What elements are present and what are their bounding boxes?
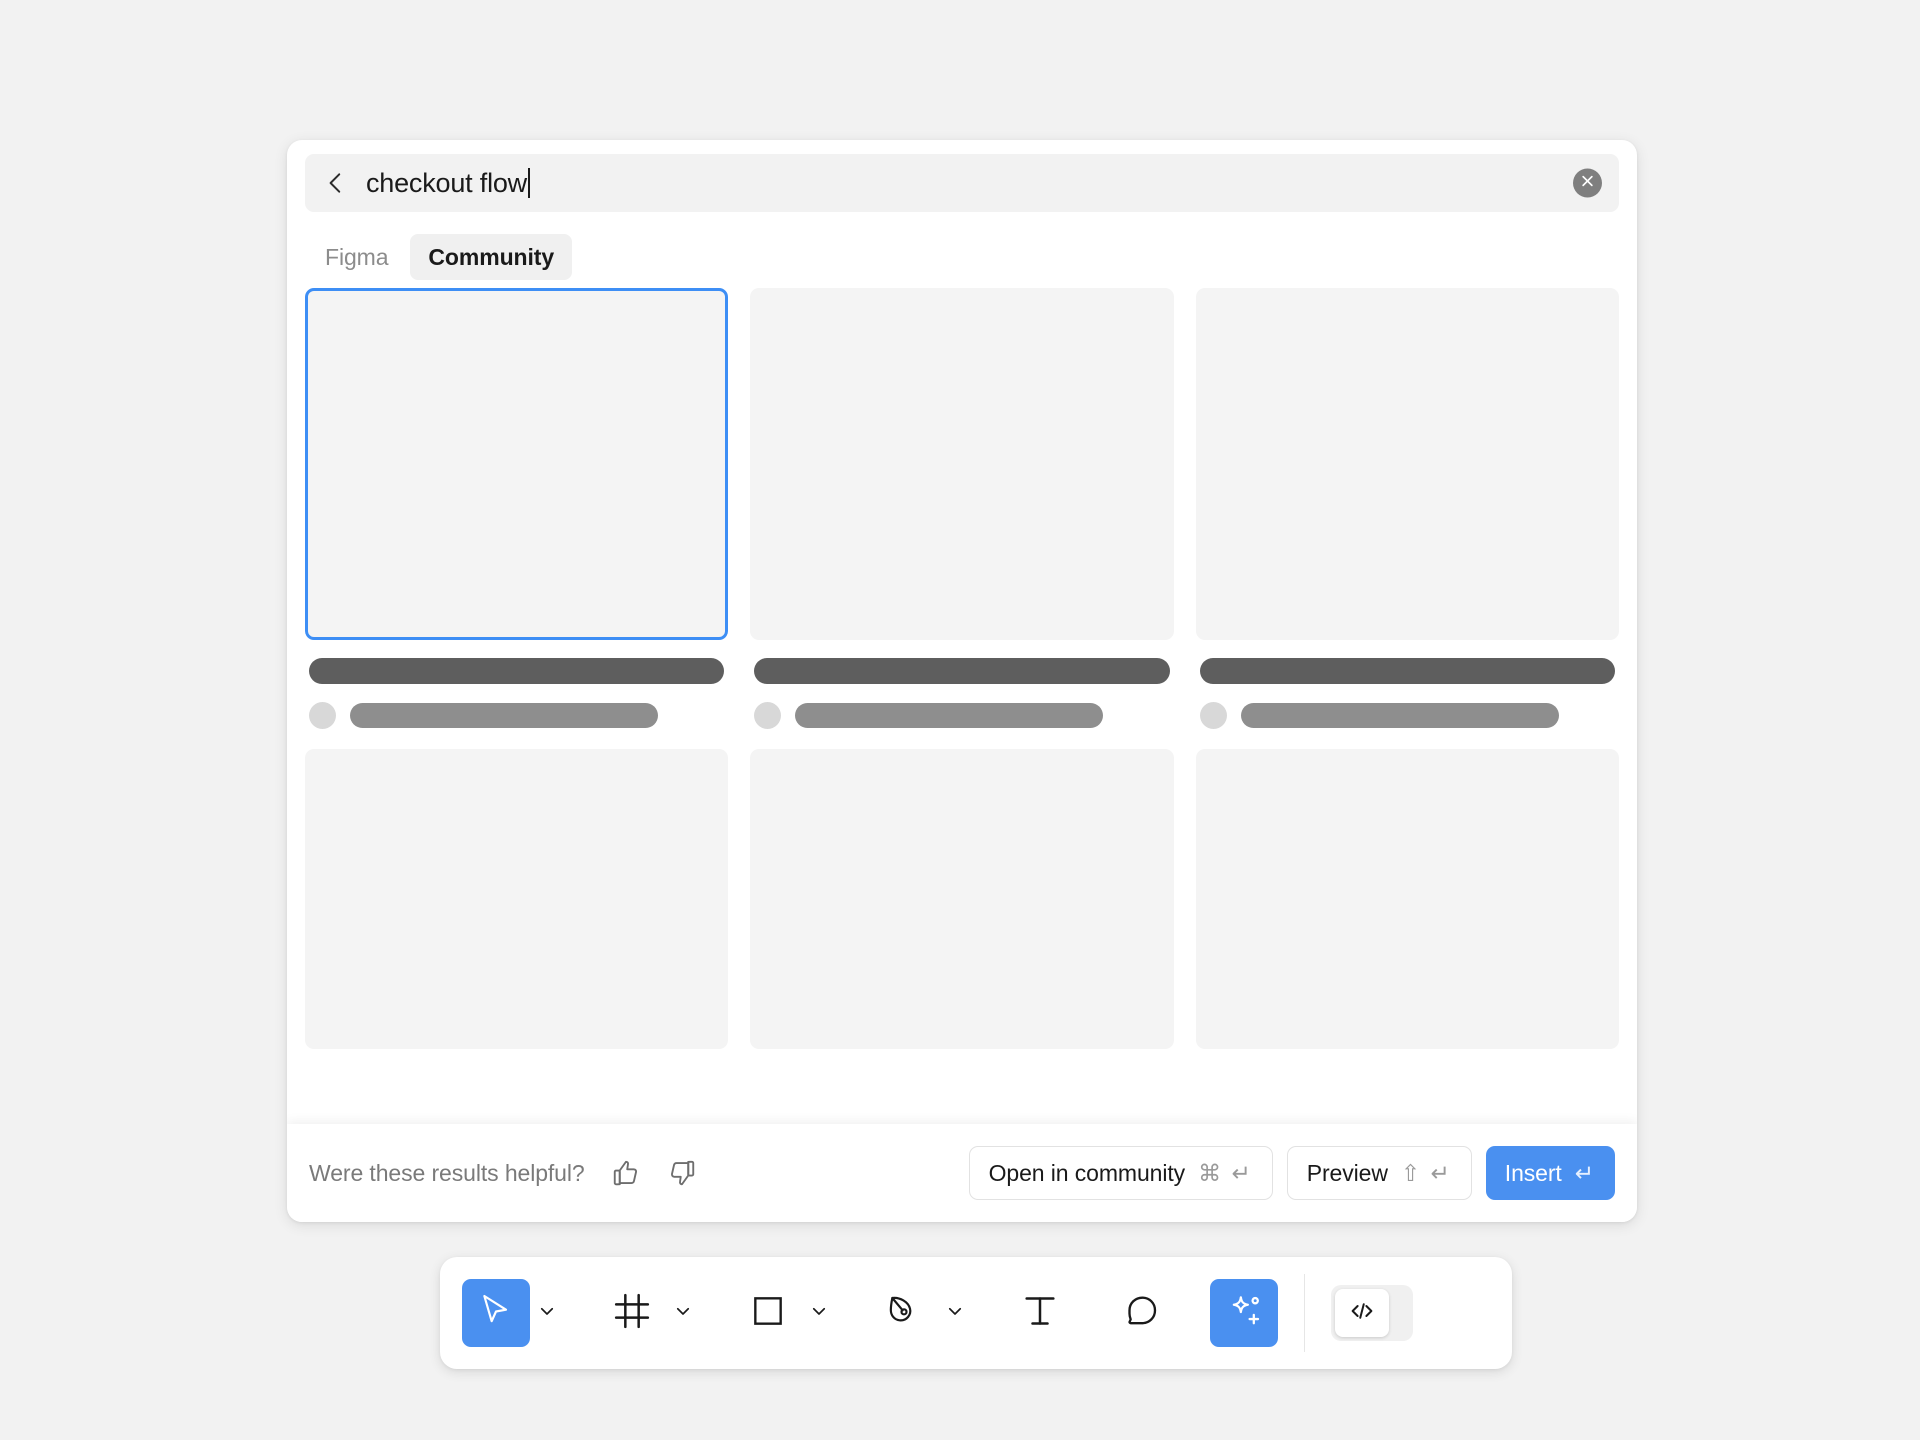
- results-scroll-area[interactable]: [287, 288, 1637, 1222]
- open-in-community-button[interactable]: Open in community ⌘ ↵: [968, 1146, 1273, 1200]
- results-grid-row-2: [305, 749, 1619, 1049]
- result-thumbnail[interactable]: [750, 288, 1174, 640]
- insert-label: Insert: [1504, 1159, 1562, 1186]
- feedback-label: Were these results helpful?: [309, 1159, 585, 1186]
- skeleton-author-row: [754, 702, 1169, 729]
- frame-tool-button[interactable]: [598, 1279, 666, 1347]
- comment-icon: [1122, 1291, 1162, 1336]
- insert-button[interactable]: Insert ↵: [1485, 1146, 1615, 1200]
- chevron-down-icon: [538, 1302, 556, 1325]
- preview-shortcut: ⇧ ↵: [1400, 1159, 1452, 1186]
- editor-toolbar: [440, 1257, 1512, 1369]
- open-in-community-shortcut: ⌘ ↵: [1198, 1159, 1253, 1186]
- preview-label: Preview: [1306, 1159, 1388, 1186]
- community-search-panel: checkout flow Figma Community Were these…: [287, 140, 1637, 1222]
- move-tool-button[interactable]: [462, 1279, 530, 1347]
- result-card[interactable]: [305, 749, 729, 1049]
- skeleton-title-bar: [309, 658, 725, 684]
- results-grid-row-1: [305, 288, 1619, 749]
- result-thumbnail[interactable]: [750, 749, 1174, 1049]
- open-in-community-label: Open in community: [988, 1159, 1186, 1186]
- pen-tool-dropdown[interactable]: [938, 1289, 972, 1337]
- thumbs-down-icon[interactable]: [641, 1158, 697, 1188]
- dev-mode-toggle-knob[interactable]: [1335, 1289, 1389, 1337]
- actions-tool-button[interactable]: [1210, 1279, 1278, 1347]
- skeleton-avatar: [309, 702, 336, 729]
- result-card[interactable]: [305, 288, 729, 749]
- frame-icon: [612, 1291, 652, 1336]
- chevron-down-icon: [946, 1302, 964, 1325]
- skeleton-author-row: [309, 702, 724, 729]
- move-tool-dropdown[interactable]: [530, 1289, 564, 1337]
- thumbs-up-icon[interactable]: [585, 1158, 641, 1188]
- result-card[interactable]: [750, 749, 1174, 1049]
- result-thumbnail[interactable]: [305, 288, 729, 640]
- chevron-down-icon: [810, 1302, 828, 1325]
- code-icon: [1347, 1296, 1377, 1331]
- cursor-icon: [476, 1291, 516, 1336]
- search-input[interactable]: checkout flow: [366, 168, 527, 199]
- toolbar-divider: [1304, 1274, 1305, 1352]
- insert-shortcut: ↵: [1574, 1159, 1596, 1186]
- preview-button[interactable]: Preview ⇧ ↵: [1286, 1146, 1472, 1200]
- skeleton-title-bar: [1199, 658, 1615, 684]
- shape-tool-button[interactable]: [734, 1279, 802, 1347]
- result-thumbnail[interactable]: [1195, 288, 1619, 640]
- search-input-value-wrap[interactable]: checkout flow: [366, 168, 530, 199]
- clear-search-button[interactable]: [1573, 168, 1602, 198]
- result-card[interactable]: [750, 288, 1174, 749]
- result-card[interactable]: [1195, 749, 1619, 1049]
- close-icon: [1580, 173, 1595, 193]
- shape-tool-dropdown[interactable]: [802, 1289, 836, 1337]
- result-meta: [750, 640, 1173, 749]
- tab-figma[interactable]: Figma: [307, 234, 406, 280]
- panel-footer: Were these results helpful? Open in comm…: [287, 1124, 1637, 1222]
- skeleton-avatar: [754, 702, 782, 729]
- rectangle-icon: [749, 1292, 787, 1335]
- pen-tool-button[interactable]: [870, 1279, 938, 1347]
- search-row: checkout flow: [287, 140, 1637, 226]
- skeleton-avatar: [1199, 702, 1227, 729]
- result-thumbnail[interactable]: [305, 749, 729, 1049]
- text-caret: [527, 168, 530, 198]
- skeleton-title-bar: [754, 658, 1170, 684]
- text-icon: [1020, 1291, 1060, 1336]
- chevron-left-icon[interactable]: [323, 170, 349, 196]
- source-tabs: Figma Community: [287, 226, 1637, 288]
- tab-community[interactable]: Community: [410, 234, 573, 280]
- skeleton-author-bar: [795, 703, 1104, 728]
- result-thumbnail[interactable]: [1195, 749, 1619, 1049]
- skeleton-author-bar: [1240, 703, 1559, 728]
- chevron-down-icon: [674, 1302, 692, 1325]
- skeleton-author-bar: [350, 703, 658, 728]
- result-meta: [1196, 640, 1619, 749]
- pen-icon: [884, 1291, 924, 1336]
- dev-mode-toggle[interactable]: [1331, 1285, 1413, 1341]
- frame-tool-dropdown[interactable]: [666, 1289, 700, 1337]
- text-tool-button[interactable]: [1006, 1279, 1074, 1347]
- result-meta: [305, 640, 728, 749]
- result-card[interactable]: [1195, 288, 1619, 749]
- search-field[interactable]: checkout flow: [305, 154, 1619, 212]
- skeleton-author-row: [1199, 702, 1615, 729]
- sparkle-plus-icon: [1223, 1290, 1265, 1337]
- comment-tool-button[interactable]: [1108, 1279, 1176, 1347]
